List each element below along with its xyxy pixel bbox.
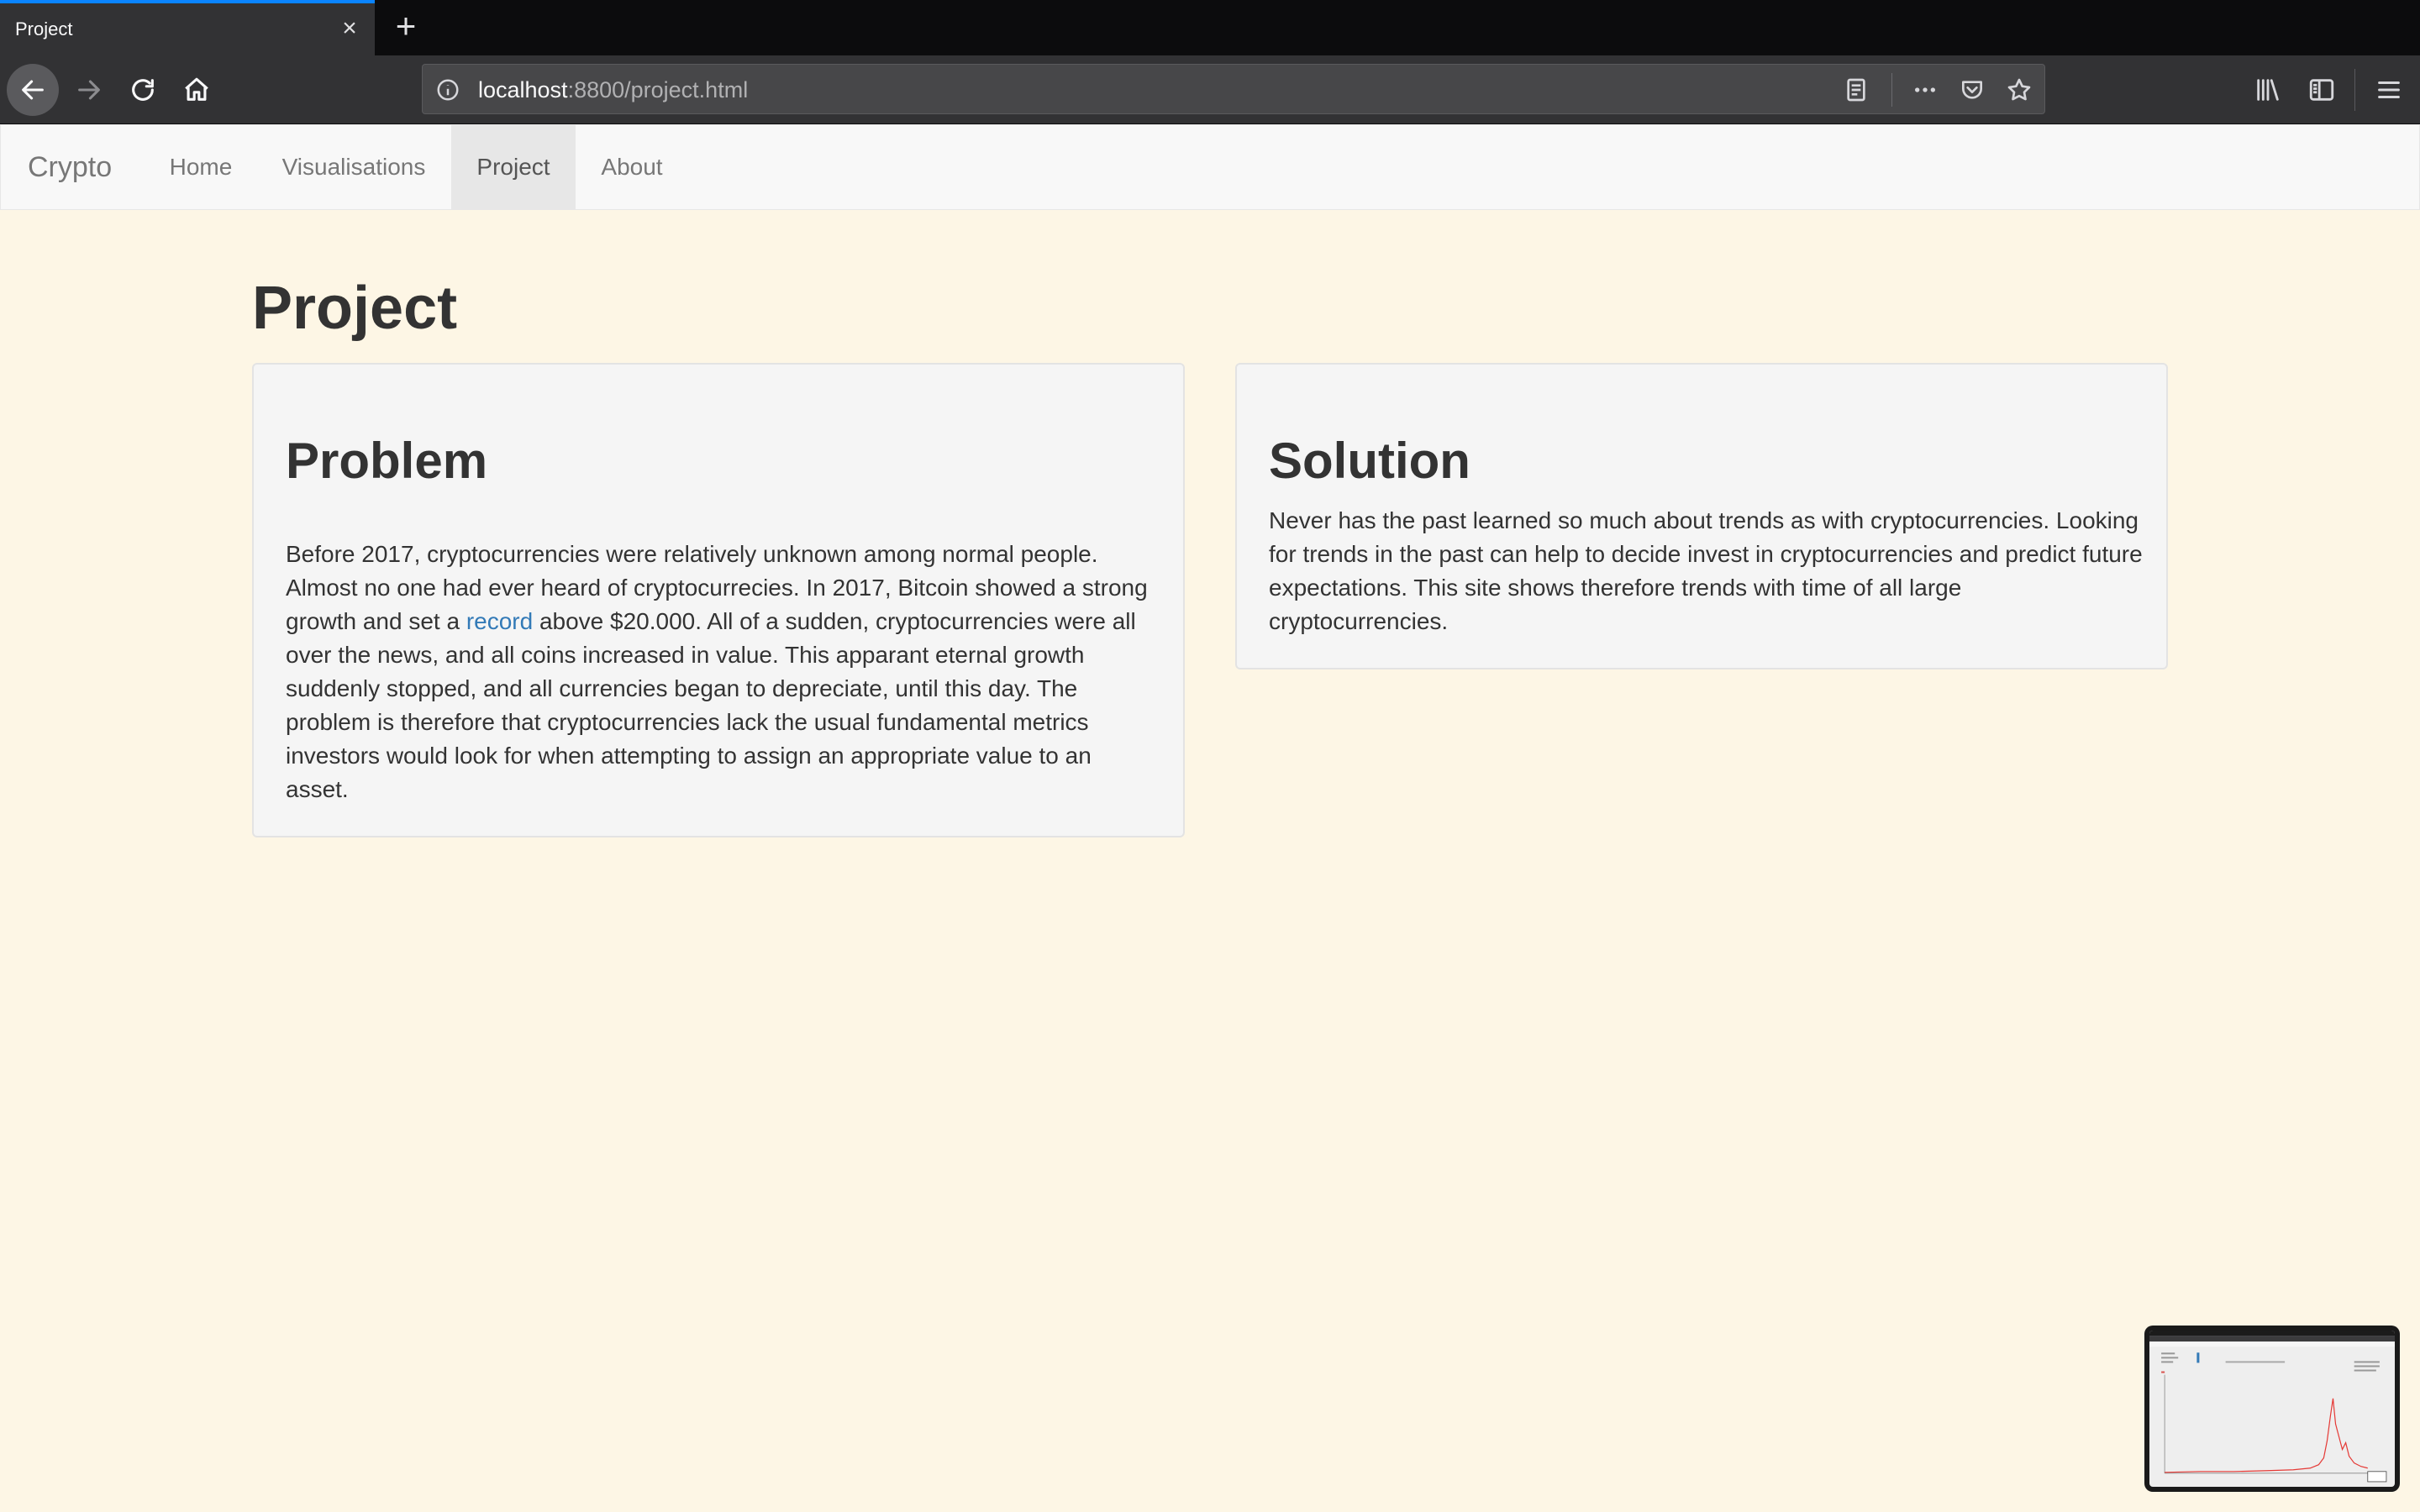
bookmark-star-icon[interactable] [2004, 75, 2034, 105]
info-icon[interactable] [434, 76, 461, 103]
browser-toolbar: localhost:8800/project.html [0, 55, 2420, 124]
nav-item-visualisations[interactable]: Visualisations [256, 125, 451, 209]
problem-text-end: above $20.000. All of a sudden, cryptocu… [286, 608, 1136, 802]
page-title: Project [252, 275, 458, 342]
forward-icon[interactable] [63, 64, 115, 116]
screenshot-thumbnail[interactable] [2144, 1326, 2400, 1492]
site-navbar: Crypto Home Visualisations Project About [0, 124, 2420, 210]
solution-panel: Solution Never has the past learned so m… [1235, 363, 2168, 669]
close-tab-icon[interactable]: × [334, 13, 365, 44]
tab-title: Project [15, 18, 73, 39]
solution-heading: Solution [1269, 433, 1470, 489]
home-icon[interactable] [171, 64, 223, 116]
toolbar-divider [2354, 69, 2355, 111]
sidebar-icon[interactable] [2306, 74, 2338, 106]
problem-heading: Problem [286, 433, 488, 489]
site-brand[interactable]: Crypto [28, 125, 112, 209]
more-icon[interactable] [1910, 75, 1940, 105]
problem-text: Before 2017, cryptocurrencies were relat… [286, 538, 1160, 806]
thumbnail-graphic [2149, 1331, 2395, 1483]
url-bar[interactable]: localhost:8800/project.html [422, 64, 2045, 114]
problem-panel: Problem Before 2017, cryptocurrencies we… [252, 363, 1185, 837]
url-host: localhost [478, 77, 568, 102]
url-text[interactable]: localhost:8800/project.html [478, 77, 748, 103]
library-icon[interactable] [2252, 74, 2284, 106]
solution-text: Never has the past learned so much about… [1269, 507, 2143, 634]
menu-icon[interactable] [2373, 74, 2405, 106]
reload-icon[interactable] [117, 64, 169, 116]
url-path: :8800/project.html [567, 77, 749, 102]
nav-item-about[interactable]: About [576, 125, 688, 209]
pocket-icon[interactable] [1957, 75, 1987, 105]
browser-tab[interactable]: Project × [0, 0, 375, 55]
back-icon[interactable] [7, 64, 59, 116]
browser-tab-bar: Project × + [0, 0, 2420, 55]
nav-item-project[interactable]: Project [451, 125, 576, 209]
reader-view-icon[interactable] [1841, 75, 1871, 105]
url-bar-divider [1891, 73, 1892, 107]
nav-item-home[interactable]: Home [145, 125, 256, 209]
record-link[interactable]: record [466, 608, 533, 634]
new-tab-icon[interactable]: + [388, 7, 424, 45]
thumbnail-preview [2149, 1331, 2395, 1487]
